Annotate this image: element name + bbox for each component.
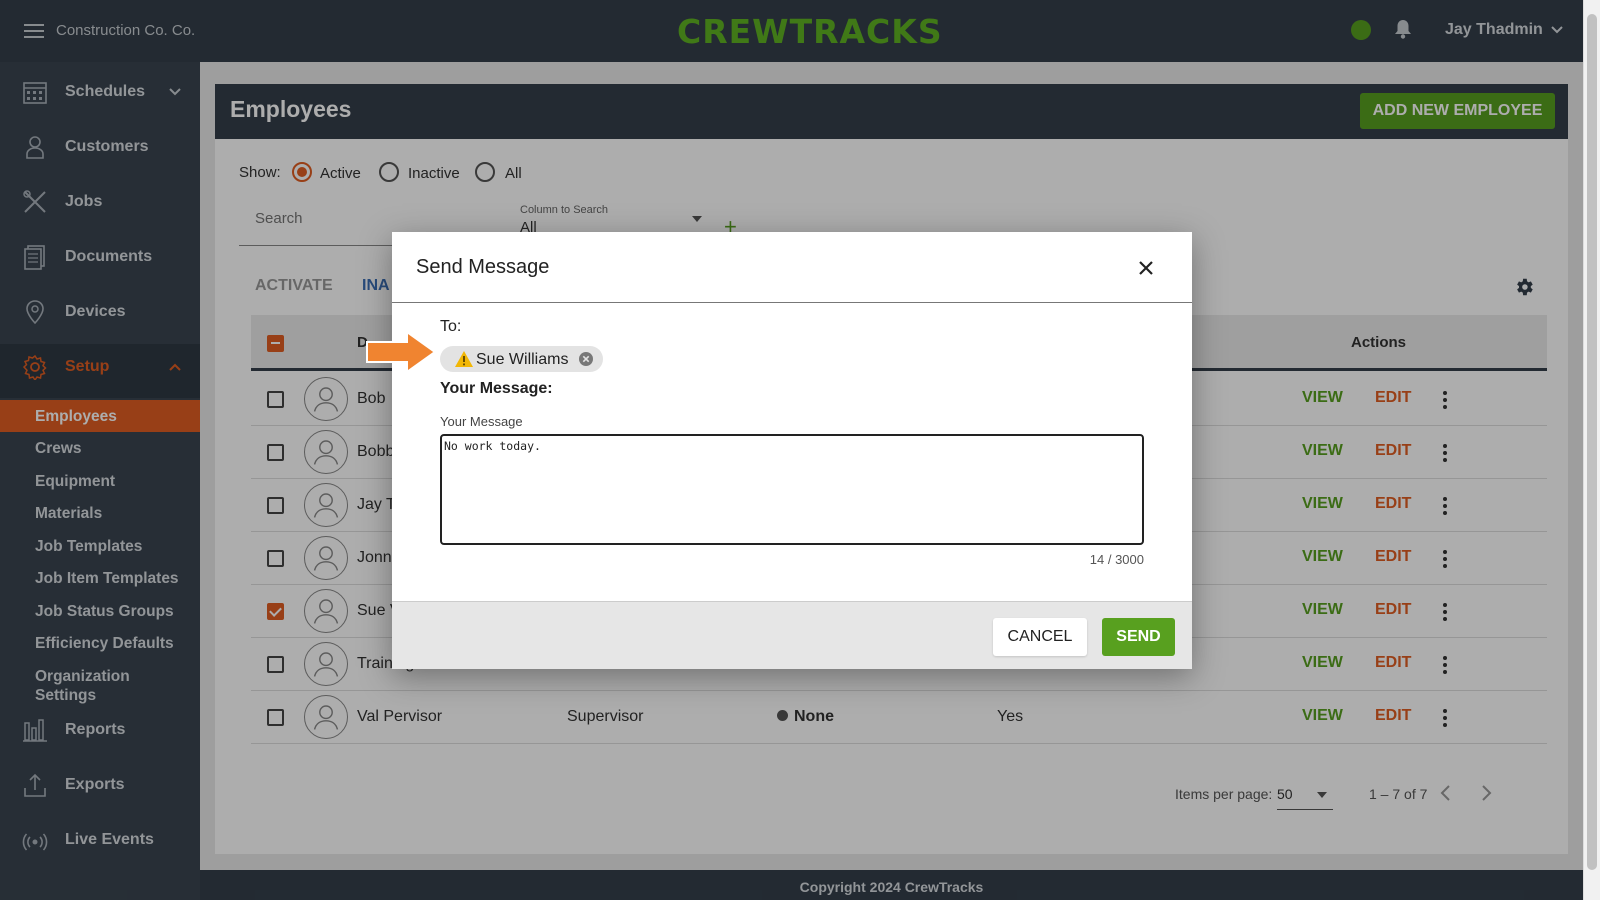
- dialog-title: Send Message: [416, 256, 550, 278]
- to-label: To:: [440, 318, 462, 335]
- send-message-dialog: Send Message To: Sue Williams Your Messa…: [366, 232, 1192, 669]
- close-icon[interactable]: [1136, 258, 1156, 278]
- dialog-divider: [392, 302, 1192, 303]
- recipient-chip: Sue Williams: [440, 346, 603, 372]
- warning-icon: [455, 351, 473, 367]
- page-scrollbar[interactable]: [1583, 0, 1600, 900]
- dialog-footer: CANCEL SEND: [392, 601, 1192, 669]
- callout-arrow-icon: [366, 330, 437, 374]
- character-counter: 14 / 3000: [1089, 552, 1144, 567]
- message-textarea[interactable]: No work today.: [440, 434, 1144, 545]
- send-button[interactable]: SEND: [1102, 618, 1175, 656]
- recipient-name: Sue Williams: [476, 351, 569, 368]
- cancel-button[interactable]: CANCEL: [993, 618, 1087, 656]
- scrollbar-thumb[interactable]: [1587, 14, 1597, 870]
- remove-recipient-icon[interactable]: [579, 352, 593, 366]
- textarea-label: Your Message: [440, 414, 523, 429]
- your-message-heading: Your Message:: [440, 380, 553, 397]
